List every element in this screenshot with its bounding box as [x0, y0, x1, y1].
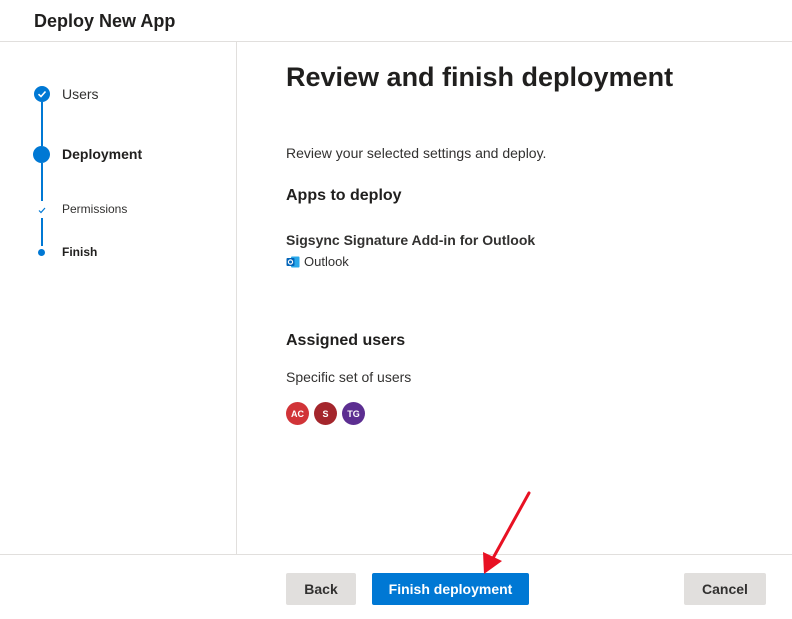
cancel-button[interactable]: Cancel — [684, 573, 766, 605]
avatar-group: AC S TG — [286, 402, 370, 425]
avatar[interactable]: S — [314, 402, 337, 425]
back-button[interactable]: Back — [286, 573, 356, 605]
app-host-label: Outlook — [304, 254, 349, 269]
step-users[interactable]: Users — [62, 86, 99, 102]
app-name: Sigsync Signature Add-in for Outlook — [286, 232, 536, 248]
step-permissions[interactable]: Permissions — [62, 202, 127, 216]
step-deployment[interactable]: Deployment — [62, 146, 142, 162]
current-substep-dot — [38, 249, 45, 256]
checkmark-icon — [34, 86, 50, 102]
dialog-footer: Back Finish deployment Cancel — [0, 554, 792, 619]
step-connector — [41, 163, 43, 201]
page-title: Review and finish deployment — [286, 62, 674, 92]
dialog-title: Deploy New App — [34, 11, 176, 31]
dialog-header: Deploy New App — [0, 0, 792, 42]
small-checkmark-icon — [38, 207, 46, 214]
finish-deployment-button[interactable]: Finish deployment — [372, 573, 529, 605]
apps-heading: Apps to deploy — [286, 187, 402, 204]
outlook-icon — [286, 256, 300, 267]
avatar[interactable]: AC — [286, 402, 309, 425]
current-step-indicator — [33, 146, 50, 163]
step-connector — [41, 102, 43, 146]
wizard-stepper: Users Deployment Permissions Finish — [0, 42, 237, 554]
app-host: Outlook — [286, 254, 349, 269]
step-connector — [41, 218, 43, 246]
assigned-users-description: Specific set of users — [286, 369, 412, 385]
avatar[interactable]: TG — [342, 402, 365, 425]
intro-text: Review your selected settings and deploy… — [286, 145, 547, 161]
step-finish[interactable]: Finish — [62, 245, 97, 259]
assigned-users-heading: Assigned users — [286, 332, 406, 349]
deploy-app-dialog: Deploy New App Users Deployment Permissi… — [0, 0, 792, 619]
review-panel: Review and finish deployment Review your… — [238, 42, 792, 554]
